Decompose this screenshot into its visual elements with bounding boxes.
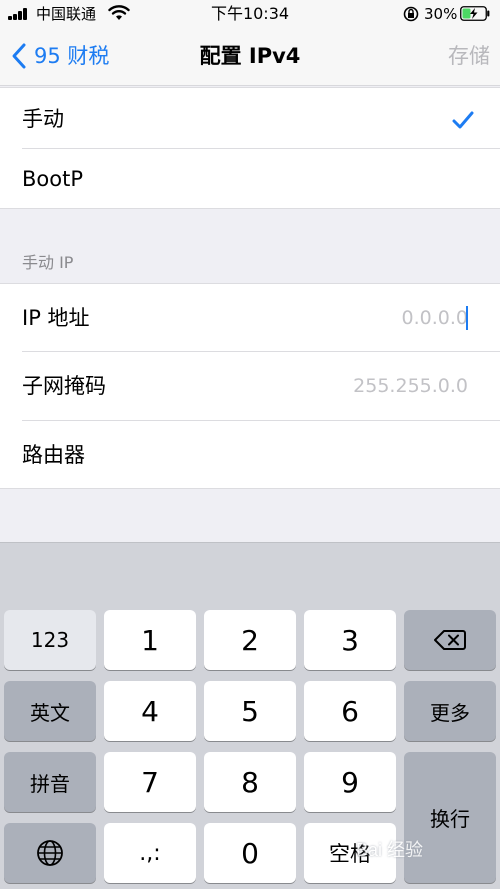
key-more[interactable]: 更多	[404, 681, 496, 741]
ip-address-input[interactable]: 0.0.0.0	[402, 306, 468, 330]
subnet-mask-input[interactable]: 255.255.0.0	[353, 374, 468, 398]
backspace-icon	[434, 630, 466, 650]
backspace-key[interactable]	[404, 610, 496, 670]
section-header-manual-ip: 手动 IP	[22, 253, 74, 272]
key-6[interactable]: 6	[304, 681, 396, 741]
globe-icon	[37, 840, 63, 866]
watermark: Bai 经验	[356, 840, 424, 860]
key-2[interactable]: 2	[204, 610, 296, 670]
key-0[interactable]: 0	[204, 823, 296, 883]
status-bar: 中国联通 下午10:34 30%	[0, 0, 500, 28]
subnet-mask-row[interactable]: 子网掩码 255.255.0.0	[0, 352, 500, 421]
return-key[interactable]: 换行	[404, 752, 496, 883]
ip-address-row[interactable]: IP 地址 0.0.0.0	[0, 283, 500, 352]
key-8[interactable]: 8	[204, 752, 296, 812]
key-english[interactable]: 英文	[4, 681, 96, 741]
ip-address-label: IP 地址	[22, 306, 90, 330]
key-9[interactable]: 9	[304, 752, 396, 812]
globe-key[interactable]	[4, 823, 96, 883]
key-4[interactable]: 4	[104, 681, 196, 741]
battery-percent: 30%	[424, 5, 458, 23]
text-cursor	[466, 306, 468, 330]
checkmark-icon	[452, 111, 474, 129]
router-row[interactable]: 路由器	[0, 421, 500, 489]
navigation-bar: 95 财税 配置 IPv4 存储	[0, 28, 500, 86]
key-7[interactable]: 7	[104, 752, 196, 812]
battery-charging-icon	[460, 6, 490, 21]
router-label: 路由器	[22, 443, 85, 467]
key-punctuation[interactable]: .,:	[104, 823, 196, 883]
key-pinyin[interactable]: 拼音	[4, 752, 96, 812]
key-5[interactable]: 5	[204, 681, 296, 741]
option-label: 手动	[22, 107, 64, 131]
key-123[interactable]: 123	[4, 610, 96, 670]
numeric-keyboard: 123 1 2 3 英文 4 5 6 更多 拼音 7 8 9 换行 .,: 0 …	[0, 542, 500, 889]
key-1[interactable]: 1	[104, 610, 196, 670]
rotation-lock-icon	[403, 6, 419, 22]
save-button[interactable]: 存储	[420, 43, 490, 69]
option-manual[interactable]: 手动	[0, 87, 500, 149]
subnet-mask-label: 子网掩码	[22, 374, 106, 398]
key-3[interactable]: 3	[304, 610, 396, 670]
return-key-label: 换行	[430, 807, 470, 831]
option-label: BootP	[22, 167, 84, 191]
option-bootp[interactable]: BootP	[0, 149, 500, 209]
